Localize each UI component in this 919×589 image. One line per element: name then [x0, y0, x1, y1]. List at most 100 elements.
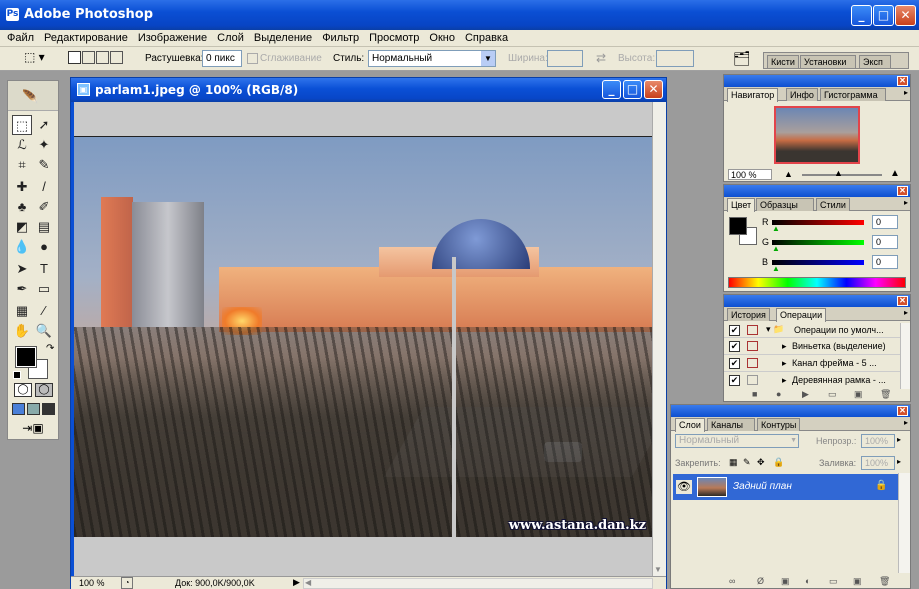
tab-channels[interactable]: Каналы [707, 418, 755, 431]
play-icon[interactable]: ▶ [802, 389, 809, 400]
action-row[interactable]: ✔ ▸ Виньетка (выделение) [724, 338, 900, 355]
zoom-slider-thumb-icon[interactable]: ▲ [834, 168, 843, 178]
close-button[interactable]: ✕ [895, 5, 916, 26]
tab-layers[interactable]: Слои [675, 418, 705, 432]
lock-transparency-icon[interactable]: ▦ [729, 457, 738, 468]
action-check-icon[interactable]: ✔ [729, 375, 740, 386]
standard-mode-icon[interactable]: ◯ [14, 383, 32, 397]
scroll-left-arrow-icon[interactable]: ◀ [305, 578, 311, 587]
eye-icon[interactable]: 👁 [676, 480, 692, 494]
lock-all-icon[interactable]: 🔒 [773, 457, 784, 468]
new-action-icon[interactable]: ▣ [854, 389, 863, 400]
actions-scrollbar[interactable] [900, 323, 910, 389]
blend-mode-select[interactable]: Нормальный ▼ [675, 434, 799, 448]
selection-mode-buttons[interactable] [68, 51, 130, 67]
b-slider[interactable] [772, 260, 864, 265]
expand-arrow-icon[interactable]: ▸ [782, 358, 787, 369]
menu-file[interactable]: Файл [2, 30, 39, 47]
color-spectrum-bar[interactable] [728, 277, 906, 288]
layer-mask-icon[interactable]: ▣ [781, 576, 790, 587]
default-colors-icon[interactable] [13, 371, 21, 379]
menu-filter[interactable]: Фильтр [317, 30, 364, 47]
minimize-button[interactable]: _ [851, 5, 872, 26]
healing-brush-tool-icon[interactable]: ✚ [12, 177, 32, 197]
menu-help[interactable]: Справка [460, 30, 513, 47]
new-group-icon[interactable]: ▭ [829, 576, 838, 587]
new-selection-icon[interactable] [68, 51, 81, 64]
notes-tool-icon[interactable]: ▦ [12, 301, 32, 321]
new-layer-icon[interactable]: ▣ [853, 576, 862, 587]
fill-arrow-icon[interactable]: ▸ [897, 457, 901, 466]
eraser-tool-icon[interactable]: ◩ [12, 217, 32, 237]
scroll-down-arrow-icon[interactable]: ▼ [654, 565, 662, 574]
zoom-icon[interactable]: ◔ [121, 577, 133, 589]
actions-close-button[interactable]: ✕ [897, 296, 908, 306]
zoom-in-icon[interactable]: ▲ [890, 168, 900, 179]
action-dialog-icon[interactable] [747, 375, 758, 385]
tab-histogram[interactable]: Гистограмма [820, 88, 886, 101]
opacity-input[interactable]: 100% [861, 434, 895, 448]
foreground-color-swatch[interactable] [15, 346, 37, 368]
screen-mode-full-icon[interactable] [42, 403, 55, 415]
eyedropper-tool-icon[interactable]: ⁄ [34, 301, 54, 321]
menu-layer[interactable]: Слой [212, 30, 249, 47]
layers-scrollbar[interactable] [898, 473, 910, 573]
tab-info[interactable]: Инфо [786, 88, 818, 101]
color-fg-swatch[interactable] [729, 217, 747, 235]
delete-layer-icon[interactable]: 🗑 [879, 576, 890, 587]
slice-tool-icon[interactable]: ✎ [34, 155, 54, 175]
tab-swatches[interactable]: Образцы [756, 198, 814, 211]
magic-wand-tool-icon[interactable]: ✦ [34, 135, 54, 155]
antialias-checkbox[interactable] [247, 53, 258, 64]
blur-tool-icon[interactable]: 💧 [12, 237, 32, 257]
actions-menu-icon[interactable]: ▸ [904, 308, 908, 317]
navigator-close-button[interactable]: ✕ [897, 76, 908, 86]
tab-actions[interactable]: Операции [776, 308, 827, 322]
g-slider[interactable] [772, 240, 864, 245]
color-close-button[interactable]: ✕ [897, 186, 908, 196]
status-menu-arrow-icon[interactable]: ▶ [293, 577, 300, 588]
document-horizontal-scrollbar[interactable]: ◀ [303, 578, 653, 589]
clone-stamp-tool-icon[interactable]: ♣ [12, 197, 32, 217]
b-slider-thumb-icon[interactable]: ▲ [772, 264, 780, 273]
menu-view[interactable]: Просмотр [364, 30, 424, 47]
app-title-bar[interactable]: Ps Adobe Photoshop _ □ ✕ [0, 0, 919, 30]
g-input[interactable]: 0 [872, 235, 898, 249]
zoom-out-icon[interactable]: ▲ [784, 169, 793, 179]
fill-input[interactable]: 100% [861, 456, 895, 470]
file-browser-icon[interactable]: 🗂 [733, 50, 751, 67]
action-dialog-icon[interactable] [747, 325, 758, 335]
subtract-selection-icon[interactable] [96, 51, 109, 64]
well-tab-extra[interactable]: Эксп [859, 55, 891, 68]
intersect-selection-icon[interactable] [110, 51, 123, 64]
path-selection-tool-icon[interactable]: ➤ [12, 259, 32, 279]
dodge-tool-icon[interactable]: ● [34, 237, 54, 257]
action-check-icon[interactable]: ✔ [729, 358, 740, 369]
history-brush-tool-icon[interactable]: ✐ [34, 197, 54, 217]
record-icon[interactable]: ● [776, 389, 781, 399]
layer-row-background[interactable]: 👁 Задний план 🔒 [673, 474, 898, 500]
action-dialog-icon[interactable] [747, 358, 758, 368]
doc-maximize-button[interactable]: □ [623, 80, 642, 99]
menu-image[interactable]: Изображение [133, 30, 212, 47]
action-check-icon[interactable]: ✔ [729, 341, 740, 352]
type-tool-icon[interactable]: T [34, 259, 54, 279]
jump-to-imageready-icon[interactable]: ⇥▣ [16, 421, 50, 437]
r-slider[interactable] [772, 220, 864, 225]
menu-edit[interactable]: Редактирование [39, 30, 133, 47]
navigator-menu-icon[interactable]: ▸ [904, 88, 908, 97]
adjustment-layer-icon[interactable]: ◐ [805, 576, 810, 586]
expand-arrow-icon[interactable]: ▸ [782, 341, 787, 352]
menu-select[interactable]: Выделение [249, 30, 317, 47]
layers-palette-titlebar[interactable]: ✕ [671, 405, 910, 417]
color-menu-icon[interactable]: ▸ [904, 198, 908, 207]
color-palette-titlebar[interactable]: ✕ [724, 185, 910, 197]
screen-mode-full-menu-icon[interactable] [27, 403, 40, 415]
b-input[interactable]: 0 [872, 255, 898, 269]
opacity-arrow-icon[interactable]: ▸ [897, 435, 901, 444]
toolbox-header[interactable]: 🪶 [8, 81, 58, 111]
maximize-button[interactable]: □ [873, 5, 894, 26]
pen-tool-icon[interactable]: ✒ [12, 279, 32, 299]
shape-tool-icon[interactable]: ▭ [34, 279, 54, 299]
menu-window[interactable]: Окно [424, 30, 460, 47]
